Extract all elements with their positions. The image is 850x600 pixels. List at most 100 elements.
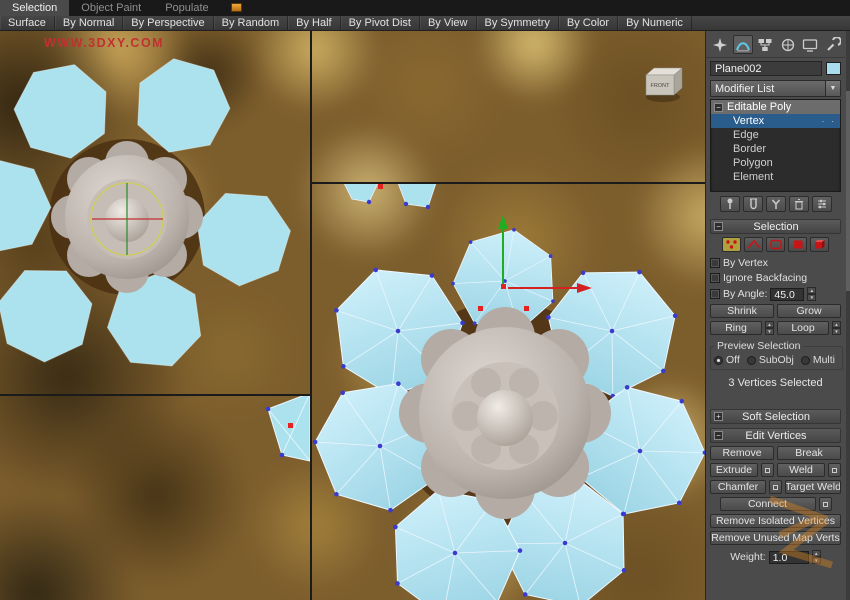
polygon-mode-button[interactable] xyxy=(788,237,807,252)
object-name-field[interactable]: Plane002 xyxy=(710,61,822,76)
selected-vertex-dot[interactable] xyxy=(288,423,293,428)
tool-surface[interactable]: Surface xyxy=(0,16,55,30)
ribbon-tab-selection[interactable]: Selection xyxy=(0,0,69,16)
viewport-main[interactable] xyxy=(288,183,705,600)
ribbon-tab-object-paint[interactable]: Object Paint xyxy=(69,0,153,16)
shrink-button[interactable]: Shrink xyxy=(710,304,774,318)
by-vertex-label: By Vertex xyxy=(723,257,768,269)
border-mode-button[interactable] xyxy=(766,237,785,252)
target-weld-button[interactable]: Target Weld xyxy=(785,480,841,494)
ribbon-box-icon[interactable] xyxy=(231,3,242,12)
remove-button[interactable]: Remove xyxy=(710,446,774,460)
by-angle-spinner[interactable]: ▲▼ xyxy=(807,287,816,301)
remove-unused-map-verts-button[interactable]: Remove Unused Map Verts xyxy=(710,531,841,545)
transform-gizmo-top[interactable] xyxy=(91,183,163,255)
y-axis-arrow[interactable] xyxy=(498,215,508,229)
weld-settings-button[interactable] xyxy=(828,463,841,477)
modifier-list-dropdown[interactable]: Modifier List ▼ xyxy=(710,80,841,97)
grow-button[interactable]: Grow xyxy=(777,304,841,318)
loop-button[interactable]: Loop xyxy=(777,321,829,335)
rollout-title: Edit Vertices xyxy=(726,430,826,442)
pin-stack-button[interactable] xyxy=(720,196,740,212)
loop-spinner[interactable]: ▲▼ xyxy=(832,321,841,335)
ignore-backfacing-label: Ignore Backfacing xyxy=(723,272,807,284)
by-vertex-checkbox[interactable] xyxy=(710,258,720,268)
extrude-button[interactable]: Extrude xyxy=(710,463,758,477)
by-angle-checkbox[interactable] xyxy=(710,289,720,299)
break-button[interactable]: Break xyxy=(777,446,841,460)
modify-tab[interactable] xyxy=(733,35,754,54)
utilities-tab[interactable] xyxy=(823,35,844,54)
tool-by-color[interactable]: By Color xyxy=(559,16,618,30)
tool-by-symmetry[interactable]: By Symmetry xyxy=(477,16,559,30)
dropdown-arrow-icon[interactable]: ▼ xyxy=(825,81,840,96)
chamfer-settings-button[interactable] xyxy=(769,480,782,494)
make-unique-button[interactable] xyxy=(766,196,786,212)
ring-spinner[interactable]: ▲▼ xyxy=(765,321,774,335)
hierarchy-icon xyxy=(757,37,773,53)
viewport-area[interactable]: FRONT xyxy=(0,31,705,600)
settings-icon xyxy=(773,485,778,490)
object-color-swatch[interactable] xyxy=(826,62,841,75)
tool-by-half[interactable]: By Half xyxy=(288,16,340,30)
stack-item-border[interactable]: Border xyxy=(711,142,840,156)
stack-item-polygon[interactable]: Polygon xyxy=(711,156,840,170)
motion-icon xyxy=(780,37,796,53)
tool-by-random[interactable]: By Random xyxy=(214,16,288,30)
remove-isolated-vertices-button[interactable]: Remove Isolated Vertices xyxy=(710,514,841,528)
edge-mode-button[interactable] xyxy=(744,237,763,252)
collapse-icon[interactable]: − xyxy=(714,222,723,231)
tool-by-numeric[interactable]: By Numeric xyxy=(618,16,692,30)
display-tab[interactable] xyxy=(800,35,821,54)
collapse-icon[interactable]: − xyxy=(714,431,723,440)
viewport-bottom-left[interactable] xyxy=(266,393,310,461)
configure-modifier-sets-button[interactable] xyxy=(812,196,832,212)
show-end-result-button[interactable] xyxy=(743,196,763,212)
preview-off-radio[interactable] xyxy=(714,356,723,365)
selection-rollout-header[interactable]: − Selection xyxy=(710,219,841,234)
create-icon xyxy=(712,37,728,53)
preview-subobj-radio[interactable] xyxy=(747,356,756,365)
create-tab[interactable] xyxy=(710,35,731,54)
flower-model-main[interactable] xyxy=(288,215,705,600)
view-cube[interactable]: FRONT xyxy=(646,68,682,102)
tool-by-pivot-dist[interactable]: By Pivot Dist xyxy=(341,16,420,30)
expand-icon[interactable]: + xyxy=(714,412,723,421)
stack-item-vertex[interactable]: Vertex · · xyxy=(711,114,840,128)
weight-field[interactable]: 1.0 xyxy=(769,551,809,564)
stack-item-editable-poly[interactable]: − Editable Poly xyxy=(711,100,840,114)
ring-button[interactable]: Ring xyxy=(710,321,762,335)
edit-vertices-rollout-header[interactable]: − Edit Vertices xyxy=(710,428,841,443)
stack-header-label: Editable Poly xyxy=(727,101,791,113)
element-mode-button[interactable] xyxy=(810,237,829,252)
preview-multi-radio[interactable] xyxy=(801,356,810,365)
extrude-settings-button[interactable] xyxy=(761,463,774,477)
hierarchy-tab[interactable] xyxy=(755,35,776,54)
connect-button[interactable]: Connect xyxy=(720,497,816,511)
panel-scrollbar-thumb[interactable] xyxy=(846,91,850,291)
stack-item-label: Border xyxy=(733,143,766,155)
viewport-top-left[interactable] xyxy=(0,51,308,373)
stack-item-element[interactable]: Element xyxy=(711,170,840,184)
remove-modifier-button[interactable] xyxy=(789,196,809,212)
flower-model-top-view[interactable] xyxy=(0,51,308,373)
tool-by-view[interactable]: By View xyxy=(420,16,477,30)
viewport-top-right[interactable]: FRONT xyxy=(646,68,682,102)
panel-scrollbar[interactable] xyxy=(846,31,850,600)
connect-settings-button[interactable] xyxy=(819,497,832,511)
by-angle-field[interactable]: 45.0 xyxy=(770,288,804,301)
preview-off-label: Off xyxy=(726,354,740,366)
ignore-backfacing-row: Ignore Backfacing xyxy=(710,272,841,284)
weight-spinner[interactable]: ▲▼ xyxy=(812,550,821,564)
weld-button[interactable]: Weld xyxy=(777,463,825,477)
tool-by-perspective[interactable]: By Perspective xyxy=(123,16,213,30)
motion-tab[interactable] xyxy=(778,35,799,54)
ribbon-tab-populate[interactable]: Populate xyxy=(153,0,220,16)
chamfer-button[interactable]: Chamfer xyxy=(710,480,766,494)
stack-item-edge[interactable]: Edge xyxy=(711,128,840,142)
vertex-mode-button[interactable] xyxy=(722,237,741,252)
collapse-icon[interactable]: − xyxy=(714,103,723,112)
tool-by-normal[interactable]: By Normal xyxy=(55,16,123,30)
soft-selection-rollout-header[interactable]: + Soft Selection xyxy=(710,409,841,424)
ignore-backfacing-checkbox[interactable] xyxy=(710,273,720,283)
